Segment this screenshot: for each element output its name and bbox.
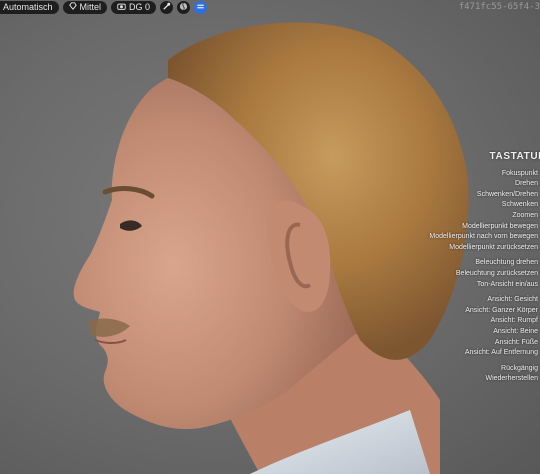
settings-icon <box>196 0 205 16</box>
diamond-icon <box>68 1 77 14</box>
keyboard-shortcuts-panel: TASTATUR Fokuspunkt Drehen Schwenken/Dre… <box>429 151 540 390</box>
shortcut-item: Schwenken/Drehen <box>476 190 538 198</box>
shortcut-item: Fokuspunkt <box>501 169 538 177</box>
shortcut-group-lighting: Beleuchtung drehen Beleuchtung zurückset… <box>429 258 538 290</box>
asset-id: f471fc55-65f4-3 <box>458 2 540 12</box>
shortcut-item: Wiederherstellen <box>485 375 538 383</box>
settings-button[interactable] <box>194 0 208 16</box>
shortcut-item: Ansicht: Ganzer Körper <box>465 306 538 314</box>
viewport-toolbar: Automatisch Mittel DG 0 <box>0 0 208 16</box>
quality-label: Mittel <box>79 1 102 12</box>
camera-icon <box>117 1 126 14</box>
shortcut-item: Zoomen <box>512 211 538 219</box>
shortcut-item: Rückgängig <box>501 364 538 372</box>
shortcut-item: Ansicht: Rumpf <box>490 317 538 325</box>
globe-icon <box>179 0 188 16</box>
shortcut-item: Drehen <box>515 180 538 188</box>
dg-dropdown[interactable]: DG 0 <box>111 0 157 14</box>
environment-button[interactable] <box>177 0 191 16</box>
shortcut-item: Schwenken <box>501 201 538 209</box>
shortcut-item: Ansicht: Auf Entfernung <box>464 349 538 357</box>
shortcut-item: Beleuchtung drehen <box>475 259 538 267</box>
shortcut-item: Ton-Ansicht ein/aus <box>476 280 538 288</box>
shortcut-group-history: Rückgängig Wiederherstellen <box>429 364 538 385</box>
shortcut-item: Ansicht: Gesicht <box>487 296 538 304</box>
shortcut-item: Modellierpunkt zurücksetzen <box>449 243 538 251</box>
shortcuts-heading: TASTATUR <box>489 151 540 162</box>
shortcut-group-camera: Fokuspunkt Drehen Schwenken/Drehen Schwe… <box>429 169 538 254</box>
lighting-button[interactable] <box>160 0 174 16</box>
quality-dropdown[interactable]: Mittel <box>62 0 108 14</box>
shortcut-item: Modellierpunkt nach vorn bewegen <box>429 233 538 241</box>
shortcut-item: Modellierpunkt bewegen <box>462 222 538 230</box>
dg-label: DG 0 <box>129 1 151 12</box>
render-mode-label: Automatisch <box>3 1 53 12</box>
shortcut-item: Ansicht: Beine <box>493 327 538 335</box>
light-icon <box>162 0 171 16</box>
shortcut-item: Beleuchtung zurücksetzen <box>455 269 538 277</box>
shortcut-item: Ansicht: Füße <box>494 338 538 346</box>
render-mode-dropdown[interactable]: Automatisch <box>0 0 59 14</box>
shortcut-group-views: Ansicht: Gesicht Ansicht: Ganzer Körper … <box>429 295 538 359</box>
